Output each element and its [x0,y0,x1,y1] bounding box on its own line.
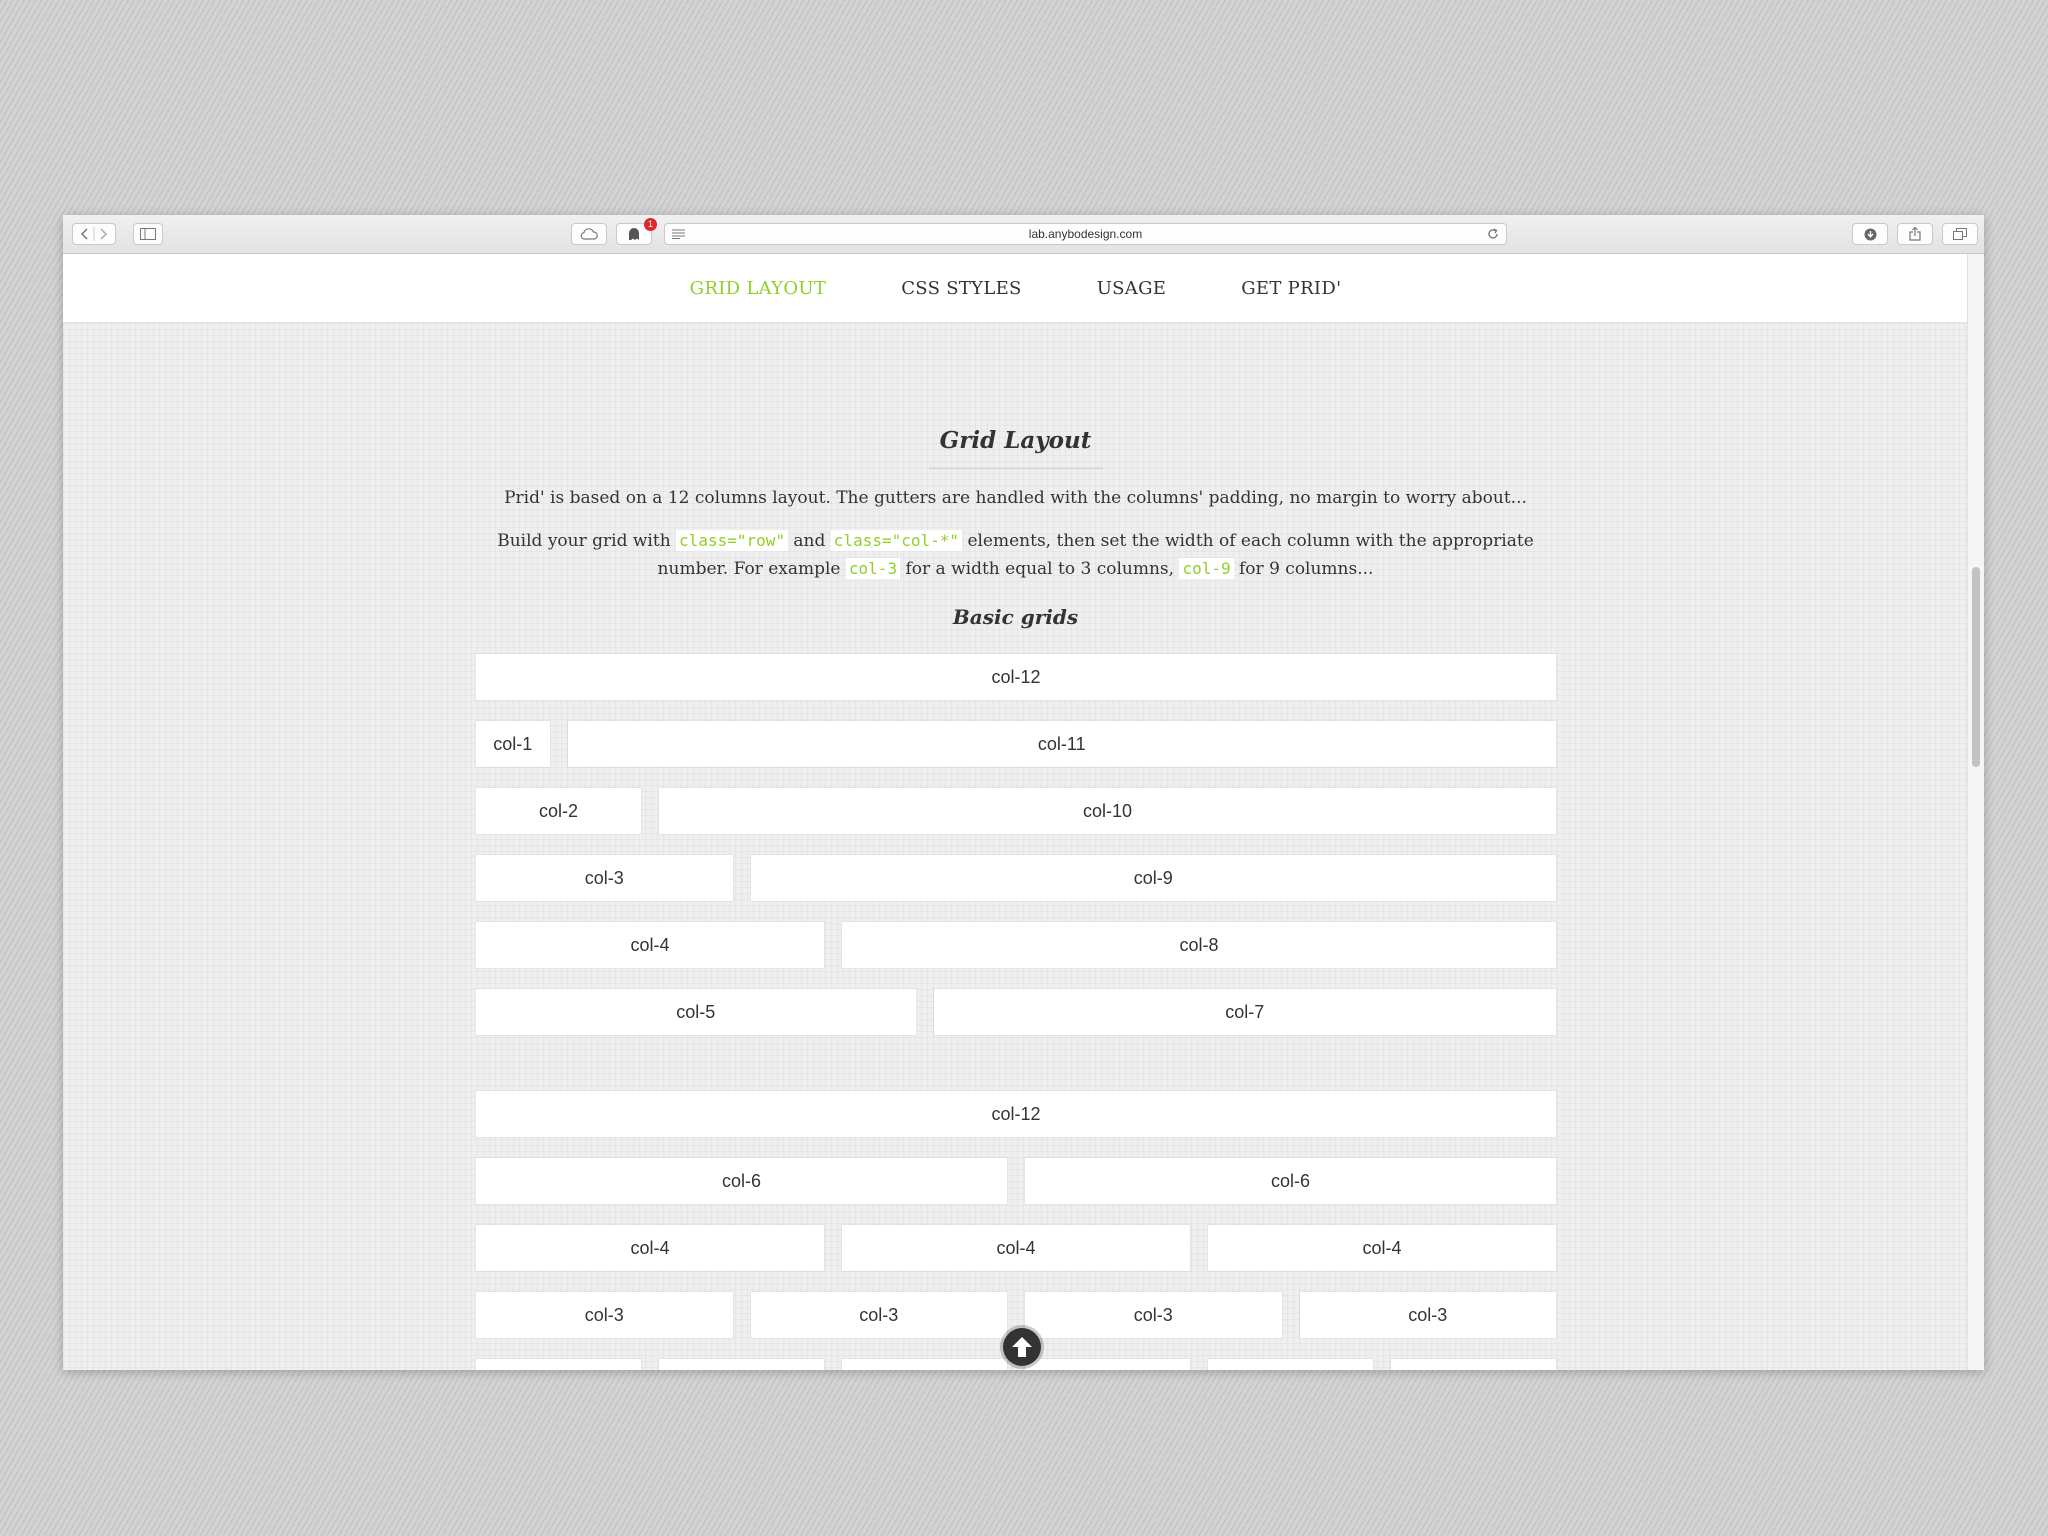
grid-cell-col-4: col-4 [1208,1225,1556,1271]
address-bar[interactable]: lab.anybodesign.com [664,223,1507,245]
page-content: Grid Layout Prid' is based on a 12 colum… [63,323,1968,1370]
cloud-icon [580,228,598,240]
back-to-top-button[interactable] [1003,1328,1041,1366]
title-divider [929,468,1103,469]
url-text: lab.anybodesign.com [1028,227,1143,241]
scrollbar-thumb[interactable] [1972,567,1980,767]
nav-css-styles[interactable]: CSS STYLES [901,278,1021,299]
build-text-part: Build your grid with [497,531,671,551]
icloud-button[interactable] [571,223,607,245]
grid-cell-col-2: col-2 [1391,1359,1556,1370]
grid-cell-col-3: col-3 [1299,1292,1556,1338]
arrow-up-icon [1012,1337,1032,1357]
grid-cell-col-2: col-2 [476,788,641,834]
intro-text: Prid' is based on a 12 columns layout. T… [504,488,1527,508]
tabs-icon [1953,228,1967,240]
grid-cell-col-6: col-6 [1025,1158,1556,1204]
grid-cell-col-3: col-3 [476,855,733,901]
grid-cell-col-2: col-2 [1208,1359,1373,1370]
grid-cell-col-2: col-2 [659,1359,824,1370]
sidebar-icon [140,228,156,240]
back-forward-buttons[interactable] [72,223,116,245]
browser-window: 1 lab.anybodesign.com GRID LAYOUT CSS ST… [63,215,1984,1370]
tabs-button[interactable] [1942,223,1978,245]
build-text-part: for 9 columns... [1239,559,1374,579]
nav-get-prid[interactable]: GET PRID' [1241,278,1341,299]
downloads-button[interactable] [1852,223,1888,245]
grid-cell-col-10: col-10 [659,788,1556,834]
grid-cell-col-8: col-8 [842,922,1556,968]
code-snippet: col-3 [845,558,901,579]
page-title: Grid Layout [939,427,1092,454]
build-text-part: for a width equal to 3 columns, [905,559,1175,579]
code-snippet: class="col-*" [830,530,963,551]
notification-badge: 1 [644,218,657,231]
chevron-left-icon [80,227,108,241]
build-text-part: and [793,531,826,551]
grid-cell-col-4: col-4 [842,1225,1190,1271]
ghost-icon [629,227,639,240]
basic-grids-title: Basic grids [952,605,1079,629]
grid-cell-col-2: col-2 [1025,1359,1190,1370]
reload-icon[interactable] [1487,228,1499,240]
download-icon [1864,228,1876,240]
sidebar-button[interactable] [133,223,163,245]
grid-cell-col-9: col-9 [750,855,1556,901]
scrollbar[interactable] [1967,254,1984,1370]
share-button[interactable] [1897,223,1933,245]
grid-cell-col-3: col-3 [750,1292,1007,1338]
nav-grid-layout[interactable]: GRID LAYOUT [690,278,827,299]
build-text: Build your grid with class="row" and cla… [473,527,1558,583]
browser-toolbar: 1 lab.anybodesign.com [63,215,1984,254]
grid-cell-col-7: col-7 [933,989,1556,1035]
grid-cell-col-1: col-1 [476,721,550,767]
main-nav: GRID LAYOUT CSS STYLES USAGE GET PRID' [63,254,1968,323]
code-snippet: class="row" [676,530,789,551]
share-icon [1909,227,1921,241]
grid-cell-col-4: col-4 [476,1225,824,1271]
grid-cell-col-11: col-11 [567,721,1556,767]
grid-cell-col-3: col-3 [476,1292,733,1338]
grid-cell-col-3: col-3 [1025,1292,1282,1338]
grid-cell-col-5: col-5 [476,989,916,1035]
grid-cell-col-12: col-12 [476,654,1556,700]
extension-button[interactable]: 1 [616,218,657,245]
grid-cell-col-2: col-2 [842,1359,1007,1370]
grid-cell-col-2: col-2 [476,1359,641,1370]
grid-cell-col-6: col-6 [476,1158,1007,1204]
nav-usage[interactable]: USAGE [1097,278,1167,299]
grid-cell-col-12: col-12 [476,1091,1556,1137]
grid-cell-col-4: col-4 [476,922,824,968]
code-snippet: col-9 [1179,558,1234,579]
